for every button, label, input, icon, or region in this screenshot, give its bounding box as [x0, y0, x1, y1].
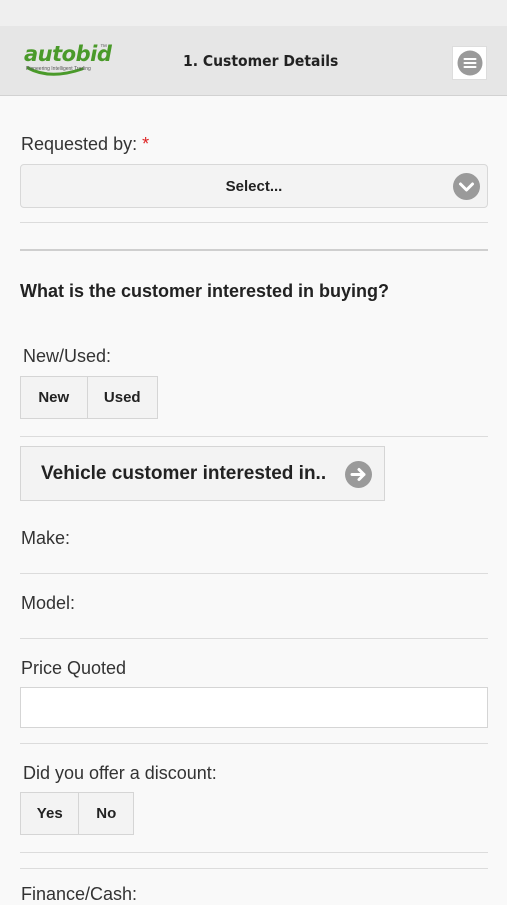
- page-title: 1. Customer Details: [183, 52, 339, 70]
- divider: [20, 573, 488, 574]
- logo-tagline: Pioneering Intelligent Trading: [26, 66, 91, 72]
- discount-toggle: Yes No: [20, 792, 134, 835]
- requested-by-label: Requested by: *: [21, 134, 149, 155]
- divider: [20, 638, 488, 639]
- requested-by-value: Select...: [225, 178, 283, 195]
- required-marker: *: [142, 134, 150, 154]
- divider: [20, 868, 488, 869]
- divider: [20, 436, 488, 437]
- no-option-button[interactable]: No: [78, 793, 133, 834]
- autobid-logo[interactable]: autobid ™ Pioneering Intelligent Trading: [22, 42, 112, 82]
- logo-wordmark: autobid: [24, 42, 112, 66]
- vehicle-interest-label: Vehicle customer interested in..: [41, 463, 327, 484]
- model-label: Model:: [21, 593, 76, 613]
- arrow-right-circle-icon: [345, 461, 372, 488]
- price-quoted-label: Price Quoted: [21, 658, 127, 678]
- requested-by-label-text: Requested by:: [21, 134, 138, 154]
- requested-by-select[interactable]: Select...: [20, 164, 488, 208]
- vehicle-interest-button[interactable]: Vehicle customer interested in..: [20, 446, 385, 501]
- status-bar: [0, 0, 507, 26]
- menu-button[interactable]: [452, 46, 487, 80]
- new-used-label: New/Used:: [23, 346, 112, 366]
- chevron-down-circle-icon: [453, 173, 480, 200]
- logo-trademark: ™: [100, 44, 107, 51]
- used-option-button[interactable]: Used: [86, 377, 157, 418]
- app-header: autobid ™ Pioneering Intelligent Trading…: [0, 26, 507, 96]
- make-label: Make:: [21, 528, 71, 548]
- finance-cash-label: Finance/Cash:: [21, 884, 138, 904]
- discount-label: Did you offer a discount:: [23, 763, 217, 783]
- divider: [20, 743, 488, 744]
- hamburger-circle-icon: [457, 50, 482, 76]
- new-used-toggle: New Used: [20, 376, 158, 419]
- yes-option-button[interactable]: Yes: [21, 793, 78, 834]
- new-option-button[interactable]: New: [21, 377, 87, 418]
- price-quoted-input[interactable]: [20, 687, 488, 728]
- section-divider: [20, 249, 488, 251]
- divider: [20, 222, 488, 223]
- divider: [20, 852, 488, 853]
- section-question: What is the customer interested in buyin…: [20, 281, 390, 301]
